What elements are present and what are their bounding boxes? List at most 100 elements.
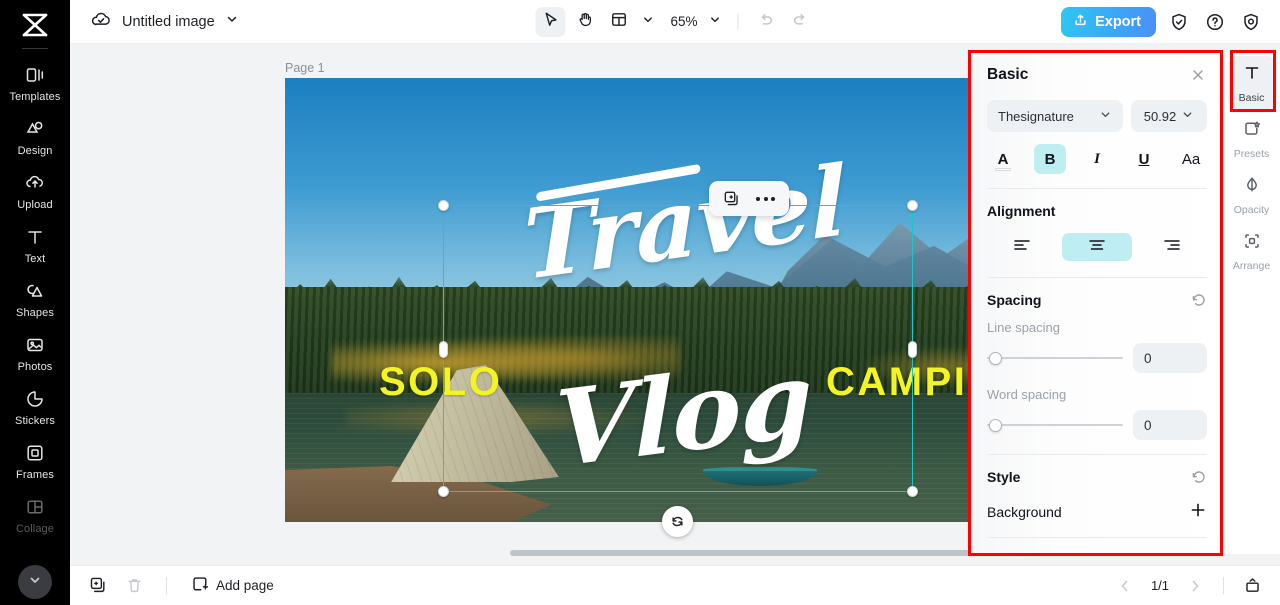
sidebar-item-collage[interactable]: Collage <box>0 487 70 541</box>
text-color-button[interactable]: A <box>987 144 1019 174</box>
sidebar-item-frames[interactable]: Frames <box>0 433 70 487</box>
tab-presets[interactable]: Presets <box>1228 112 1276 165</box>
tab-label: Presets <box>1233 148 1270 160</box>
sidebar-item-text[interactable]: Text <box>0 217 70 271</box>
layout-tool-button[interactable] <box>603 7 633 37</box>
word-spacing-slider[interactable] <box>987 417 1123 433</box>
page-label: Page 1 <box>285 61 325 75</box>
toolbar-left-group: Untitled image <box>70 8 239 35</box>
chevron-down-icon[interactable] <box>225 12 239 31</box>
font-size-select[interactable]: 50.92 <box>1131 100 1207 132</box>
reset-icon[interactable] <box>1191 469 1207 485</box>
canvas-horizontal-scrollbar[interactable] <box>510 550 1045 556</box>
rotate-handle-icon[interactable] <box>662 506 693 537</box>
panel-divider-2 <box>987 277 1207 278</box>
templates-icon <box>24 64 46 86</box>
text-style-row: A B I U Aa <box>987 144 1207 174</box>
question-circle-icon[interactable] <box>1202 9 1228 35</box>
sidebar-item-stickers[interactable]: Stickers <box>0 379 70 433</box>
undo-button[interactable] <box>751 7 781 37</box>
line-spacing-label: Line spacing <box>987 320 1060 335</box>
design-canvas[interactable]: SOLO CAMPI Travel Vlog <box>285 78 1045 537</box>
capcut-logo-icon[interactable] <box>18 10 52 40</box>
sidebar-item-label: Stickers <box>15 415 55 427</box>
tab-label: Opacity <box>1233 204 1270 216</box>
underline-button[interactable]: U <box>1128 144 1160 174</box>
export-button[interactable]: Export <box>1061 6 1156 37</box>
design-text-camping[interactable]: CAMPI <box>826 362 967 402</box>
align-center-button[interactable] <box>1062 233 1132 261</box>
sidebar-item-upload[interactable]: Upload <box>0 163 70 217</box>
object-floating-toolbar[interactable] <box>709 181 789 216</box>
sidebar-item-label: Shapes <box>16 307 54 319</box>
zoom-level-value[interactable]: 65% <box>662 14 700 29</box>
word-spacing-knob[interactable] <box>989 418 1002 432</box>
design-text-solo[interactable]: SOLO <box>379 362 502 402</box>
italic-glyph: I <box>1094 150 1100 167</box>
chevron-right-icon[interactable] <box>1183 574 1207 598</box>
canvas-artboard[interactable]: SOLO CAMPI Travel Vlog <box>285 78 1045 522</box>
page-indicator: 1/1 <box>1150 578 1170 593</box>
sidebar-item-label: Collage <box>15 523 54 535</box>
duplicate-page-icon[interactable] <box>86 574 110 598</box>
text-case-button[interactable]: Aa <box>1175 144 1207 174</box>
design-icon <box>24 118 46 140</box>
chevron-left-icon[interactable] <box>1113 574 1137 598</box>
panel-divider-1 <box>987 188 1207 189</box>
design-text-vlog[interactable]: Vlog <box>554 336 813 491</box>
cloud-saved-icon[interactable] <box>90 8 112 35</box>
background-row[interactable]: Background <box>987 497 1207 533</box>
sidebar-collapse-button[interactable] <box>18 565 52 599</box>
line-spacing-slider[interactable] <box>987 350 1123 366</box>
italic-button[interactable]: I <box>1081 144 1113 174</box>
stickers-icon <box>24 388 46 410</box>
font-family-select[interactable]: Thesignature <box>987 100 1123 132</box>
text-color-glyph: A <box>997 150 1009 168</box>
layout-chevron-down-icon[interactable] <box>637 13 658 31</box>
rail-divider <box>22 48 48 49</box>
reset-icon[interactable] <box>1191 292 1207 308</box>
align-right-button[interactable] <box>1137 233 1207 261</box>
line-spacing-knob[interactable] <box>989 351 1002 365</box>
background-label: Background <box>987 504 1062 520</box>
sidebar-item-templates[interactable]: Templates <box>0 55 70 109</box>
tab-arrange[interactable]: Arrange <box>1228 224 1276 277</box>
duplicate-icon[interactable] <box>723 190 741 208</box>
bottom-right-group: 1/1 <box>1113 574 1264 598</box>
word-spacing-input[interactable]: 0 <box>1133 410 1207 440</box>
redo-button[interactable] <box>785 7 815 37</box>
bold-button[interactable]: B <box>1034 144 1066 174</box>
upload-share-icon <box>1073 12 1088 31</box>
sidebar-item-design[interactable]: Design <box>0 109 70 163</box>
tab-opacity[interactable]: Opacity <box>1228 168 1276 221</box>
chevron-down-icon <box>1181 108 1194 124</box>
bottom-left-group: Add page <box>86 574 274 598</box>
sidebar-item-shapes[interactable]: Shapes <box>0 271 70 325</box>
add-page-button[interactable]: Add page <box>191 575 274 596</box>
hand-icon <box>576 11 593 33</box>
close-icon[interactable] <box>1189 66 1207 84</box>
frames-icon <box>24 442 46 464</box>
chevron-down-icon <box>1099 108 1112 124</box>
select-tool-button[interactable] <box>535 6 566 37</box>
tab-basic[interactable]: Basic <box>1227 56 1276 109</box>
gear-icon[interactable] <box>1238 9 1264 35</box>
shield-check-icon[interactable] <box>1166 9 1192 35</box>
plus-icon[interactable] <box>1189 501 1207 523</box>
line-spacing-input[interactable]: 0 <box>1133 343 1207 373</box>
more-horizontal-icon[interactable] <box>756 196 776 201</box>
sidebar-item-label: Text <box>24 253 46 265</box>
document-title[interactable]: Untitled image <box>122 14 215 30</box>
add-page-icon <box>191 575 209 596</box>
alignment-section-title: Alignment <box>987 203 1056 219</box>
align-left-button[interactable] <box>987 233 1057 261</box>
present-icon[interactable] <box>1240 574 1264 598</box>
hand-tool-button[interactable] <box>569 7 599 37</box>
trash-icon[interactable] <box>122 574 146 598</box>
sidebar-item-photos[interactable]: Photos <box>0 325 70 379</box>
shapes-icon <box>24 280 46 302</box>
undo-arrow-icon <box>757 11 774 33</box>
zoom-chevron-down-icon[interactable] <box>705 13 726 31</box>
photos-icon <box>24 334 46 356</box>
spacing-section-title: Spacing <box>987 292 1042 308</box>
